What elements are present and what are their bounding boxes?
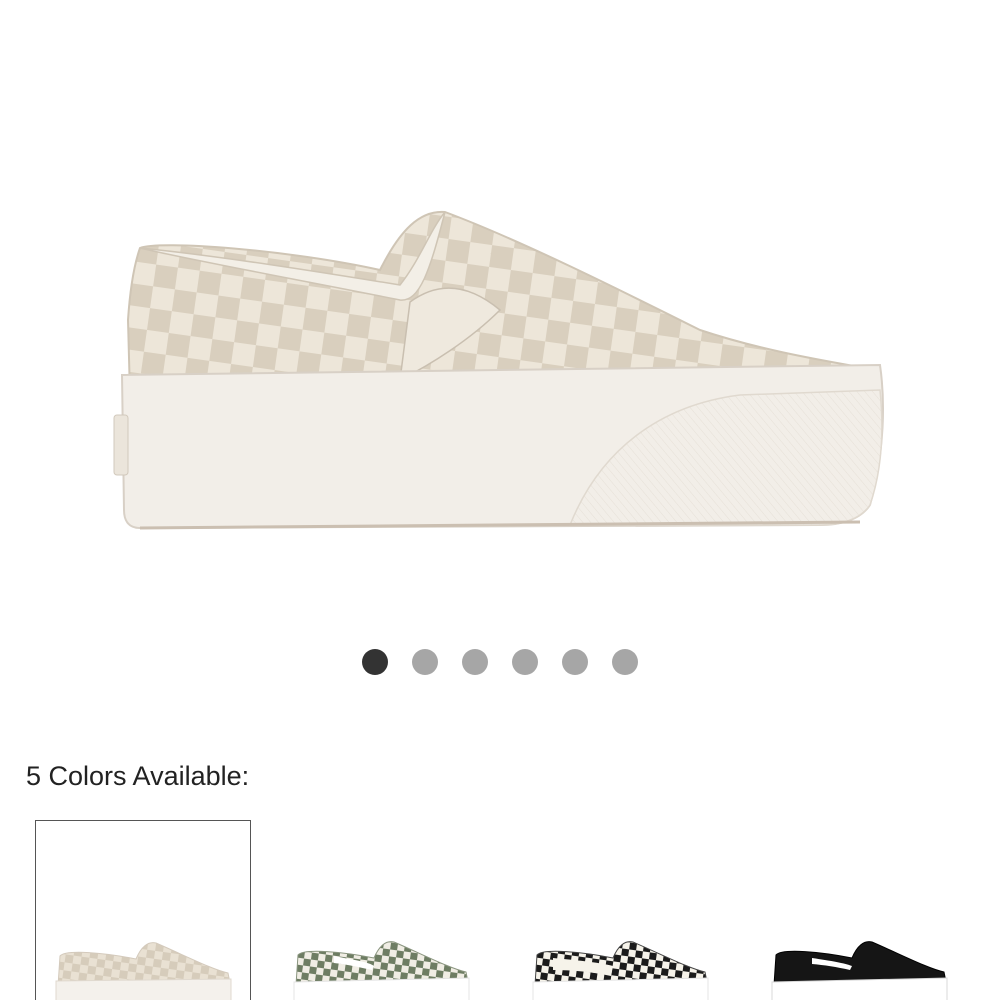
black-shoe-thumbnail <box>771 941 948 1000</box>
green-checkerboard-shoe-thumbnail <box>293 941 470 1000</box>
black-white-checkerboard-shoe-thumbnail <box>532 941 709 1000</box>
pagination-dot-2[interactable] <box>412 649 438 675</box>
color-swatch-black-white-checkerboard[interactable] <box>513 820 729 1000</box>
pagination-dot-4[interactable] <box>512 649 538 675</box>
product-page: 5 Colors Available: <box>0 0 1000 1000</box>
color-swatch-green-checkerboard[interactable] <box>274 820 490 1000</box>
product-image-carousel[interactable] <box>0 0 1000 620</box>
color-swatch-black[interactable] <box>752 820 968 1000</box>
slip-on-platform-shoe-image <box>113 210 884 530</box>
pagination-dot-1[interactable] <box>362 649 388 675</box>
colors-available-label: 5 Colors Available: <box>26 761 250 791</box>
pagination-dot-6[interactable] <box>612 649 638 675</box>
image-pagination <box>362 649 638 675</box>
pagination-dot-3[interactable] <box>462 649 488 675</box>
cream-checkerboard-shoe-thumbnail <box>55 942 232 1000</box>
color-swatch-cream-checkerboard[interactable] <box>35 820 251 1000</box>
pagination-dot-5[interactable] <box>562 649 588 675</box>
